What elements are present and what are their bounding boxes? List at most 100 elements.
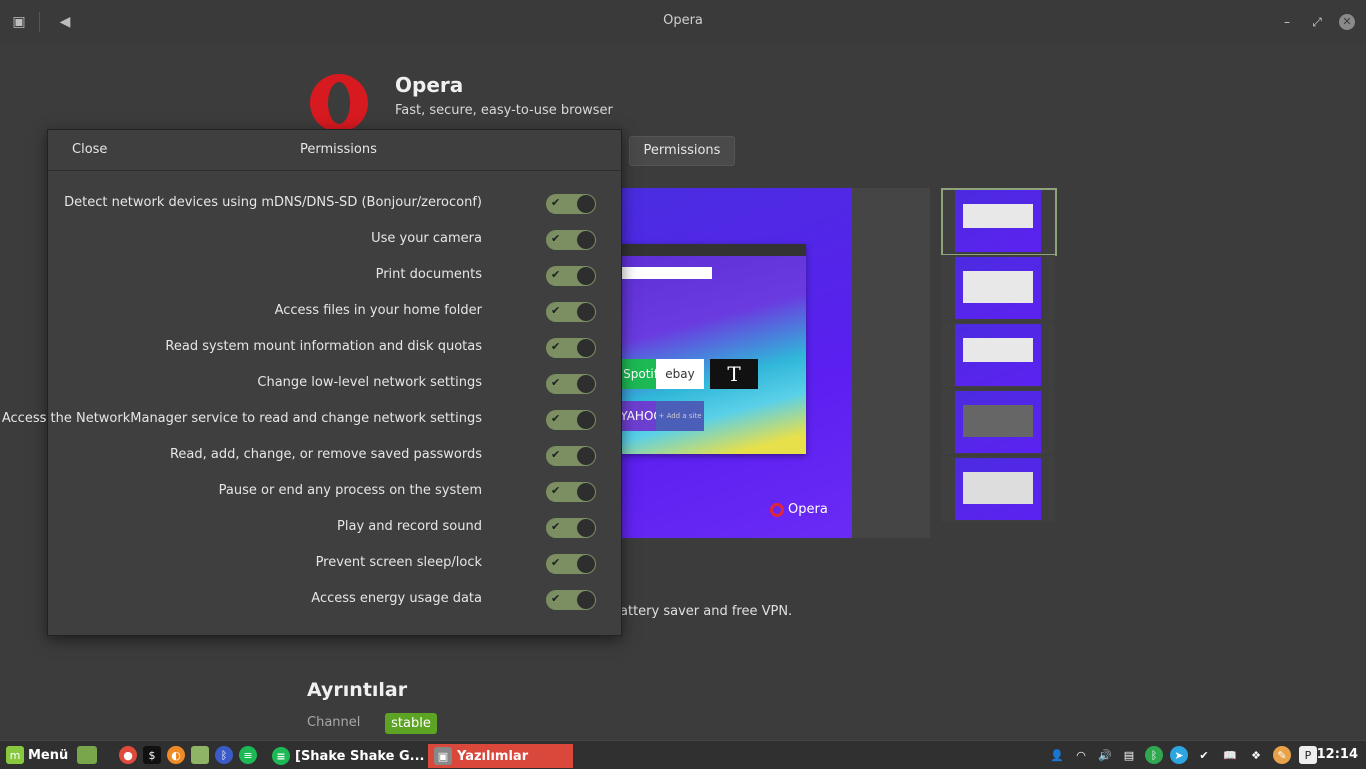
toggle-knob	[577, 231, 595, 249]
permission-row: Print documents ✔	[48, 258, 621, 294]
screenshot-opera-brand: Opera	[770, 502, 828, 517]
thumbnail-3[interactable]	[941, 322, 1055, 388]
permission-toggle[interactable]: ✔	[546, 518, 596, 538]
bluetooth-launcher[interactable]: ᛒ	[215, 746, 233, 764]
clipboard-icon: ▤	[1123, 748, 1135, 762]
toggle-knob	[577, 555, 595, 573]
permission-label: Print documents	[375, 267, 482, 282]
permission-row: Access energy usage data ✔	[48, 582, 621, 618]
notes-tray[interactable]: ✎	[1273, 746, 1291, 764]
menu-button[interactable]: m Menü	[6, 746, 68, 764]
toggle-knob	[577, 519, 595, 537]
toggle-knob	[577, 375, 595, 393]
sound-tray[interactable]: 🔊	[1096, 746, 1114, 764]
permission-toggle[interactable]: ✔	[546, 338, 596, 358]
show-desktop-button[interactable]	[77, 746, 97, 764]
check-icon: ✔	[551, 340, 561, 353]
permission-label: Pause or end any process on the system	[218, 483, 482, 498]
book-icon: 📖	[1223, 748, 1237, 762]
thumbnail-1[interactable]	[941, 188, 1057, 256]
network-tray[interactable]: ◠	[1072, 746, 1090, 764]
taskbar: m Menü ● $ ◐ ᛒ ≡ ≡ [Shake Shake G... ▣ Y…	[0, 740, 1366, 769]
notes-icon: ✎	[1273, 746, 1291, 764]
thumbnail-2[interactable]	[941, 255, 1055, 321]
permission-toggle[interactable]: ✔	[546, 446, 596, 466]
minimize-icon[interactable]: –	[1277, 12, 1297, 32]
wifi-icon: ◠	[1076, 748, 1086, 762]
chrome-launcher[interactable]: ●	[119, 746, 137, 764]
permission-row: Change low-level network settings ✔	[48, 366, 621, 402]
dialog-close-button[interactable]: Close	[72, 142, 107, 157]
software-manager-icon: ▣	[434, 747, 452, 765]
window-title: Opera	[663, 13, 703, 28]
permission-row: Play and record sound ✔	[48, 510, 621, 546]
thumbnail-5[interactable]	[941, 456, 1055, 522]
reader-tray[interactable]: 📖	[1221, 746, 1239, 764]
check-icon: ✔	[551, 268, 561, 281]
permission-toggle[interactable]: ✔	[546, 410, 596, 430]
toggle-knob	[577, 195, 595, 213]
spotify-icon: ≡	[239, 746, 257, 764]
check-icon: ✔	[551, 556, 561, 569]
permission-label: Detect network devices using mDNS/DNS-SD…	[64, 195, 482, 210]
dialog-header: Close Permissions	[48, 130, 621, 171]
permission-toggle[interactable]: ✔	[546, 482, 596, 502]
terminal-launcher[interactable]: $	[143, 746, 161, 764]
app-subtitle: Fast, secure, easy-to-use browser	[395, 103, 613, 118]
permission-toggle[interactable]: ✔	[546, 374, 596, 394]
bluetooth-tray[interactable]: ᛒ	[1145, 746, 1163, 764]
folder-icon	[191, 746, 209, 764]
close-window-icon[interactable]: ✕	[1339, 14, 1355, 30]
screenshot-gap	[852, 188, 930, 538]
permission-label: Read, add, change, or remove saved passw…	[169, 447, 482, 462]
check-icon: ✔	[551, 412, 561, 425]
permission-toggle[interactable]: ✔	[546, 266, 596, 286]
permission-label: Change low-level network settings	[257, 375, 482, 390]
check-icon: ✔	[551, 196, 561, 209]
firefox-launcher[interactable]: ◐	[167, 746, 185, 764]
permission-toggle[interactable]: ✔	[546, 194, 596, 214]
dropbox-tray[interactable]: ❖	[1247, 746, 1265, 764]
permission-row: Access files in your home folder ✔	[48, 294, 621, 330]
maximize-icon[interactable]: ⤢	[1307, 12, 1327, 32]
permissions-dialog: Close Permissions Detect network devices…	[2, 129, 622, 636]
thumbnail-4[interactable]	[941, 389, 1055, 455]
user-tray[interactable]: 👤	[1048, 746, 1066, 764]
parcellite-tray[interactable]: P	[1299, 746, 1317, 764]
clock[interactable]: 12:14	[1317, 747, 1358, 762]
clipboard-tray[interactable]: ▤	[1120, 746, 1138, 764]
telegram-tray[interactable]: ➤	[1170, 746, 1188, 764]
permission-toggle[interactable]: ✔	[546, 230, 596, 250]
task-spotify[interactable]: ≡ [Shake Shake G...	[266, 744, 431, 768]
permission-toggle[interactable]: ✔	[546, 590, 596, 610]
toggle-knob	[577, 303, 595, 321]
permission-label: Access the NetworkManager service to rea…	[1, 411, 482, 426]
dialog-title: Permissions	[300, 142, 377, 157]
user-icon: 👤	[1050, 748, 1064, 762]
permission-toggle[interactable]: ✔	[546, 302, 596, 322]
channel-label: Channel	[307, 715, 361, 730]
files-launcher[interactable]	[191, 746, 209, 764]
check-icon: ✔	[551, 592, 561, 605]
volume-icon: 🔊	[1098, 748, 1112, 762]
permission-row: Read system mount information and disk q…	[48, 330, 621, 366]
screenshot-tile-nyt: T	[710, 359, 758, 389]
update-tray[interactable]: ✔	[1195, 746, 1213, 764]
permission-toggle[interactable]: ✔	[546, 554, 596, 574]
check-icon: ✔	[551, 520, 561, 533]
bluetooth-tray-icon: ᛒ	[1145, 746, 1163, 764]
screenshot-brand-label: Opera	[788, 502, 828, 517]
spotify-launcher[interactable]: ≡	[239, 746, 257, 764]
description-text: attery saver and free VPN.	[620, 604, 793, 619]
toggle-knob	[577, 483, 595, 501]
main-screenshot[interactable]: Spotify ebay T YAHOO! + Add a site Opera	[620, 188, 852, 538]
permission-row: Read, add, change, or remove saved passw…	[48, 438, 621, 474]
permissions-button[interactable]: Permissions	[629, 136, 735, 166]
task-software-manager[interactable]: ▣ Yazılımlar	[428, 744, 573, 768]
clipboard-manager-icon: P	[1299, 746, 1317, 764]
permission-label: Use your camera	[371, 231, 482, 246]
window-titlebar: ▣ ◀ Opera – ⤢ ✕	[0, 0, 1366, 44]
toggle-knob	[577, 267, 595, 285]
screenshot-tile-ebay: ebay	[656, 359, 704, 389]
chrome-icon: ●	[119, 746, 137, 764]
